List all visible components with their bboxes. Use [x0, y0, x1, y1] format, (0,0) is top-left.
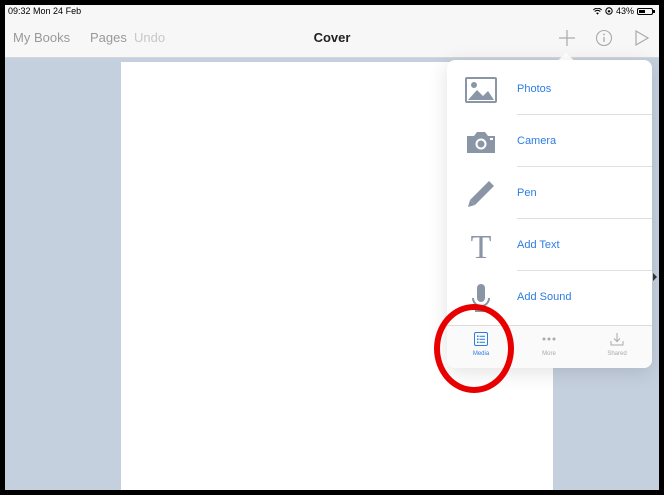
menu-item-label: Camera: [517, 135, 557, 147]
status-date: Mon 24 Feb: [33, 6, 82, 16]
side-panel-arrow-icon[interactable]: [653, 273, 657, 281]
screen: 09:32 Mon 24 Feb 43% My Books Pages Undo…: [5, 5, 659, 490]
camera-icon: [465, 126, 497, 158]
menu-item-label: Add Sound: [517, 291, 572, 303]
menu-item-label: Photos: [517, 83, 552, 95]
pen-icon: [465, 178, 497, 210]
status-clock: 09:32 Mon 24 Feb: [8, 5, 81, 17]
highlight-circle: [434, 304, 514, 393]
menu-item-photos[interactable]: Photos: [447, 64, 652, 115]
menu-item-label: Pen: [517, 187, 537, 199]
tab-label: Shared: [607, 351, 627, 357]
menu-item-label: Add Text: [517, 239, 560, 251]
battery-icon: [637, 7, 655, 15]
tab-more[interactable]: More: [515, 326, 583, 368]
status-bar: 09:32 Mon 24 Feb 43%: [5, 5, 659, 17]
more-dots-icon: [515, 332, 583, 348]
play-icon[interactable]: [634, 29, 650, 47]
text-icon: T: [465, 230, 497, 262]
status-right: 43%: [592, 5, 655, 17]
info-icon[interactable]: [595, 29, 613, 47]
orientation-lock-icon: [605, 7, 613, 15]
download-icon: [583, 332, 651, 348]
menu-item-pen[interactable]: Pen: [447, 168, 652, 219]
add-icon[interactable]: [558, 29, 576, 47]
navigation-bar: My Books Pages Undo Cover: [5, 17, 659, 58]
photo-icon: [465, 74, 497, 106]
wifi-icon: [592, 7, 602, 15]
menu-item-camera[interactable]: Camera: [447, 116, 652, 167]
status-time: 09:32: [8, 6, 31, 16]
tab-shared[interactable]: Shared: [583, 326, 651, 368]
menu-item-add-text[interactable]: T Add Text: [447, 220, 652, 271]
svg-text:T: T: [471, 230, 492, 262]
tab-label: More: [542, 351, 556, 357]
battery-percent: 43%: [615, 6, 634, 16]
